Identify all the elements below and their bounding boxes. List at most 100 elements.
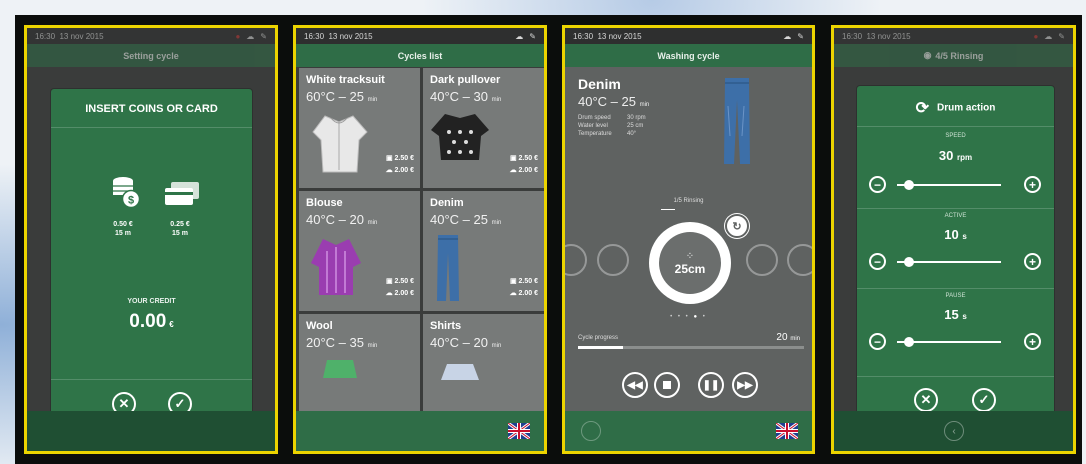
fast-forward-button[interactable]: ▶▶ — [732, 372, 758, 398]
cycle-card-dark-pullover[interactable]: Dark pullover 40°C – 30 min ▣ 2.50 € ☁ 2… — [423, 68, 544, 188]
cloud-icon: ☁ — [1044, 32, 1053, 41]
cycle-temp: 40°C — [430, 212, 460, 227]
status-time: 16:30 — [35, 32, 56, 41]
decrease-button[interactable]: − — [869, 333, 886, 350]
cancel-button[interactable]: ✕ — [914, 388, 938, 412]
wash-price: ▣ 2.50 € — [509, 278, 538, 285]
coin-price: 0.50 € 15 m — [103, 220, 143, 238]
cycle-temp: 60°C — [306, 89, 336, 104]
section-label: ACTIVE — [944, 213, 967, 219]
cycle-temp: 20°C — [306, 335, 336, 350]
check-icon: ✓ — [174, 396, 186, 411]
cycle-card-shirts[interactable]: Shirts 40°C – 20 min — [423, 314, 544, 414]
cycle-name: Wool — [306, 320, 333, 332]
dark-pullover-image — [431, 114, 489, 160]
slider-handle[interactable] — [904, 180, 915, 190]
uk-flag-icon[interactable] — [508, 423, 530, 439]
progress-label: Cycle progress — [578, 335, 619, 341]
cloud-icon: ☁ — [783, 32, 792, 41]
bottom-bar — [27, 411, 275, 451]
pause-button[interactable]: ❚❚ — [698, 372, 724, 398]
rewind-button[interactable]: ◀◀ — [622, 372, 648, 398]
info-label: Water level — [578, 123, 608, 129]
credit-value: 0.00 — [129, 311, 167, 332]
payment-screen: 16:30 13 nov 2015 ● ☁ ✎ Setting cycle INSE… — [24, 25, 278, 454]
wash-price: ▣ 2.50 € — [509, 155, 538, 162]
status-bar: 16:30 13 nov 2015 ● ☁ ✎ — [834, 28, 1073, 44]
status-bar: 16:30 13 nov 2015 ● ☁ ✎ — [27, 28, 275, 44]
screen-title: 4/5 Rinsing — [935, 50, 984, 61]
denim-image — [724, 78, 750, 164]
active-section: ACTIVE 10 s − + — [857, 211, 1054, 289]
home-button[interactable] — [581, 421, 601, 441]
cycle-name: Blouse — [306, 197, 343, 209]
section-label: PAUSE — [945, 293, 966, 299]
phase-circle-left-1 — [597, 244, 629, 276]
cycle-name: Denim — [578, 76, 621, 92]
water-level: 25cm — [674, 261, 706, 276]
increase-button[interactable]: + — [1024, 333, 1041, 350]
blouse-image — [311, 239, 361, 295]
cycles-list-screen: 16:30 13 nov 2015 ☁ ✎ Cycles list White t… — [293, 25, 547, 454]
section-value: 10 s — [857, 227, 1054, 242]
back-button[interactable]: ‹ — [944, 421, 964, 441]
slider-handle[interactable] — [904, 257, 915, 267]
close-icon: ✕ — [118, 396, 130, 411]
settings-icon: ✎ — [529, 32, 536, 41]
status-bar: 16:30 13 nov 2015 ☁ ✎ — [565, 28, 812, 44]
value-unit: s — [962, 312, 967, 321]
info-value: 40° — [627, 131, 637, 137]
wash-price: ▣ 2.50 € — [385, 278, 414, 285]
status-bar: 16:30 13 nov 2015 ☁ ✎ — [296, 28, 544, 44]
increase-button[interactable]: + — [1024, 253, 1041, 270]
decrease-button[interactable]: − — [869, 253, 886, 270]
dialog-header: ⟳ Drum action — [857, 98, 1054, 118]
cycle-spec: 40°C – 20 min — [430, 335, 502, 350]
cycle-card-wool[interactable]: Wool 20°C – 35 min — [299, 314, 420, 414]
cycle-card-denim[interactable]: Denim 40°C – 25 min ▣ 2.50 € ☁ 2.00 € — [423, 191, 544, 311]
cycle-time: 30 — [473, 89, 488, 104]
denim-image — [437, 235, 459, 301]
fast-forward-icon: ▶▶ — [737, 379, 753, 391]
value-number: 30 — [938, 148, 954, 163]
increase-button[interactable]: + — [1024, 176, 1041, 193]
cycle-name: Shirts — [430, 320, 462, 332]
title-bar: ◉ 4/5 Rinsing — [834, 44, 1073, 67]
uk-flag-icon[interactable] — [776, 423, 798, 439]
divider — [857, 208, 1054, 209]
cycle-spec: 40°C – 20 min — [306, 212, 378, 227]
rotate-icon: ↻ — [732, 220, 742, 233]
decrease-button[interactable]: − — [869, 176, 886, 193]
title-bar: Washing cycle — [565, 44, 812, 67]
drum-action-button[interactable]: ↻ — [725, 214, 749, 238]
white-tracksuit-image — [312, 115, 368, 173]
value-unit: rpm — [956, 153, 973, 162]
slider-handle[interactable] — [904, 337, 915, 347]
coins-icon: $ — [113, 177, 141, 209]
divider — [857, 376, 1054, 377]
title-bar: Cycles list — [296, 44, 544, 67]
price-value: 2.00 € — [518, 290, 538, 297]
cycle-name: Dark pullover — [430, 74, 501, 86]
rewind-icon: ◀◀ — [627, 379, 643, 391]
cycle-unit: min — [367, 343, 378, 349]
status-time: 16:30 — [304, 32, 325, 41]
cycle-card-white-tracksuit[interactable]: White tracksuit 60°C – 25 min ▣ 2.50 € ☁… — [299, 68, 420, 188]
price-value: 2.50 € — [394, 155, 414, 162]
cycle-name: White tracksuit — [306, 74, 385, 86]
drum-action-dialog: ⟳ Drum action SPEED 30 rpm − + ACTIVE 10 … — [857, 86, 1054, 427]
info-values: 30 rpm 25 cm 40° — [627, 114, 646, 138]
status-time: 16:30 — [842, 32, 863, 41]
cycle-card-blouse[interactable]: Blouse 40°C – 20 min ▣ 2.50 € ☁ 2.00 € — [299, 191, 420, 311]
cycle-time: 25 — [349, 89, 364, 104]
cycle-temp: 40°C — [430, 89, 460, 104]
credit-label: YOUR CREDIT — [127, 298, 176, 305]
stop-button[interactable] — [654, 372, 680, 398]
confirm-button[interactable]: ✓ — [972, 388, 996, 412]
info-label: Drum speed — [578, 115, 611, 121]
cycle-time: 35 — [349, 335, 364, 350]
section-value: 30 rpm — [857, 148, 1054, 163]
cycle-temp: 40°C — [430, 335, 460, 350]
value-unit: s — [962, 232, 967, 241]
cycle-spec-value: 40°C – 25 — [578, 94, 636, 109]
